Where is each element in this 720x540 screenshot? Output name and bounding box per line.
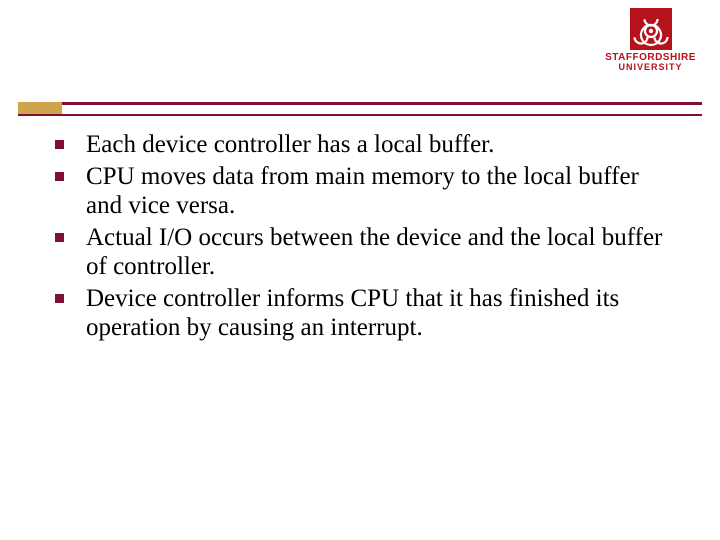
square-bullet-icon — [55, 140, 64, 149]
square-bullet-icon — [55, 233, 64, 242]
list-item: Each device controller has a local buffe… — [55, 130, 675, 160]
university-logo: STAFFORDSHIRE UNIVERSITY — [593, 8, 708, 73]
list-item-text: Device controller informs CPU that it ha… — [86, 284, 675, 343]
biohazard-icon — [630, 8, 672, 50]
list-item: CPU moves data from main memory to the l… — [55, 162, 675, 221]
logo-subname: UNIVERSITY — [593, 63, 708, 73]
square-bullet-icon — [55, 294, 64, 303]
slide: STAFFORDSHIRE UNIVERSITY Each device con… — [0, 0, 720, 540]
list-item: Device controller informs CPU that it ha… — [55, 284, 675, 343]
list-item: Actual I/O occurs between the device and… — [55, 223, 675, 282]
list-item-text: CPU moves data from main memory to the l… — [86, 162, 675, 221]
header-divider — [18, 102, 702, 116]
list-item-text: Actual I/O occurs between the device and… — [86, 223, 675, 282]
slide-body: Each device controller has a local buffe… — [55, 130, 675, 345]
square-bullet-icon — [55, 172, 64, 181]
logo-text: STAFFORDSHIRE UNIVERSITY — [593, 52, 708, 73]
list-item-text: Each device controller has a local buffe… — [86, 130, 675, 160]
